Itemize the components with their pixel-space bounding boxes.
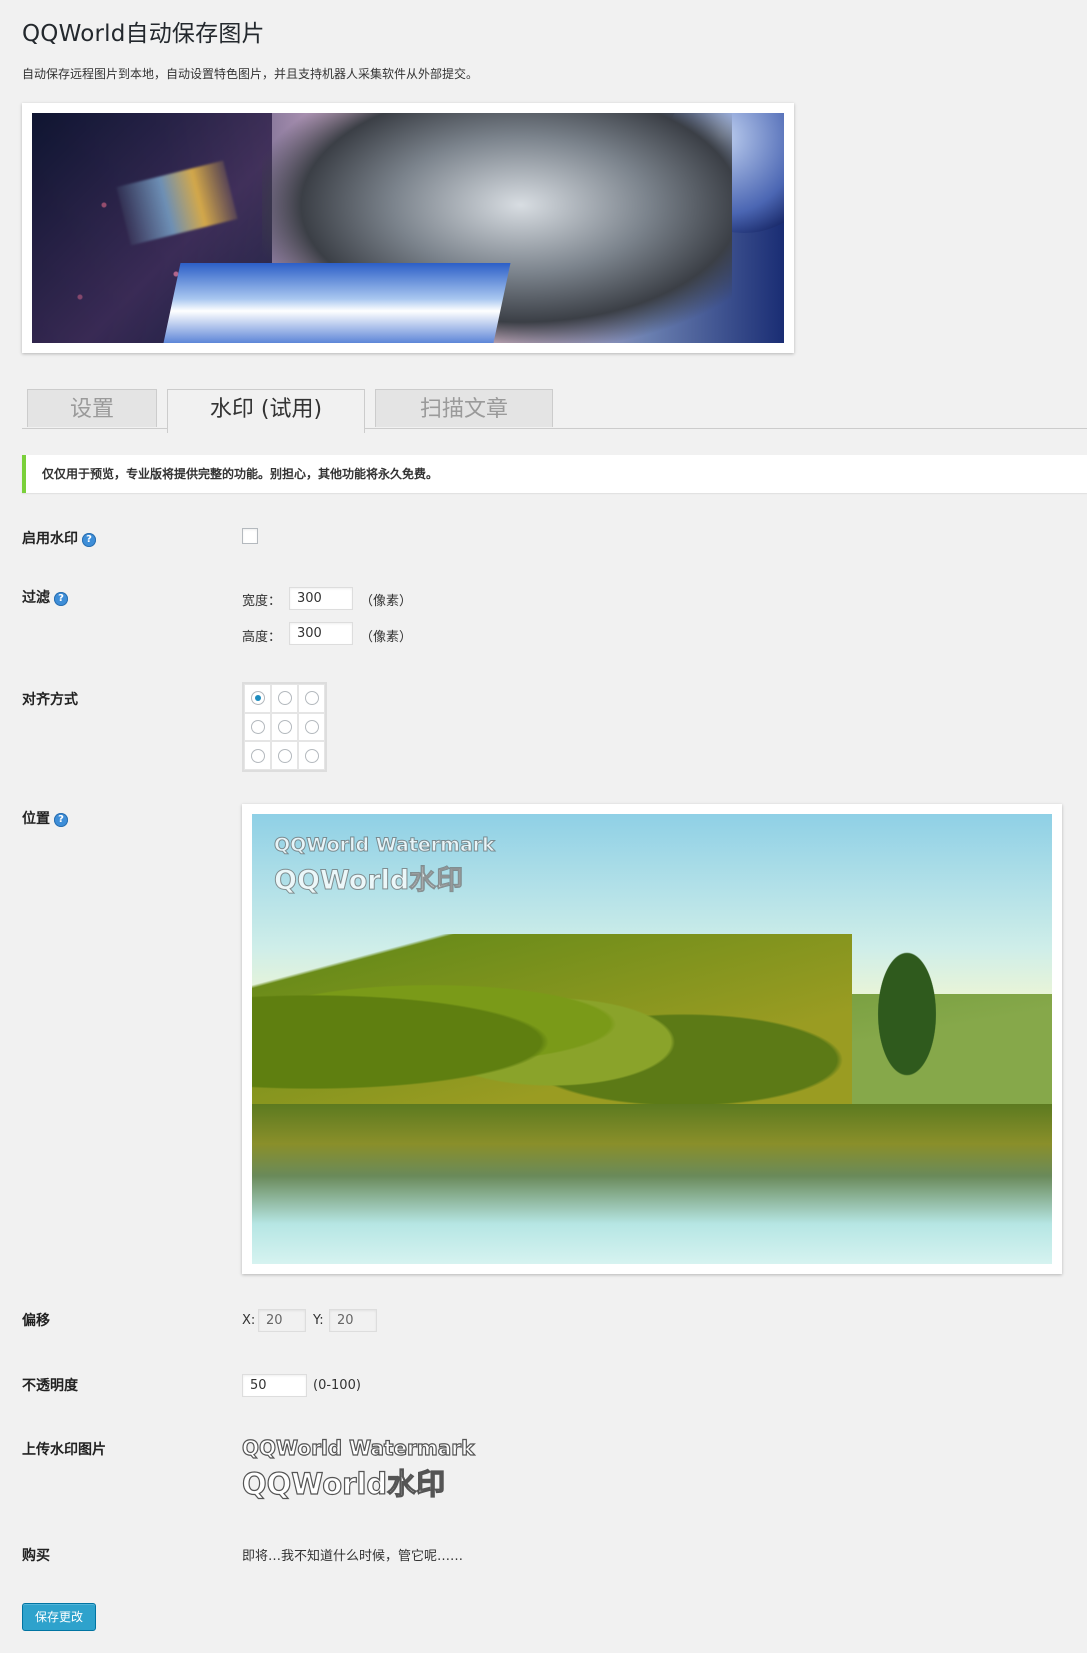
opacity-input[interactable] bbox=[242, 1374, 307, 1397]
width-input[interactable] bbox=[289, 587, 353, 610]
enable-watermark-checkbox[interactable] bbox=[242, 528, 258, 544]
offset-x-label: X: bbox=[242, 1313, 256, 1328]
page-description: 自动保存远程图片到本地，自动设置特色图片，并且支持机器人采集软件从外部提交。 bbox=[22, 67, 479, 81]
offset-y-input[interactable] bbox=[329, 1309, 377, 1332]
page-title: QQWorld自动保存图片 bbox=[22, 21, 265, 47]
align-bottom-left-radio[interactable] bbox=[250, 748, 265, 763]
width-unit: （像素） bbox=[360, 594, 413, 609]
align-top-right-radio[interactable] bbox=[304, 691, 319, 706]
position-label: 位置? bbox=[22, 808, 68, 828]
tab-settings[interactable]: 设置 bbox=[27, 389, 157, 427]
buy-text: 即将…我不知道什么时候，管它呢…… bbox=[242, 1549, 464, 1564]
enable-watermark-label-text: 启用水印 bbox=[22, 531, 78, 547]
offset-x-input[interactable] bbox=[258, 1309, 306, 1332]
upload-watermark-preview-line2[interactable]: QQWorld水印 bbox=[241, 1461, 445, 1503]
offset-label: 偏移 bbox=[22, 1313, 50, 1329]
help-icon[interactable]: ? bbox=[82, 533, 96, 547]
align-bottom-center-radio[interactable] bbox=[277, 748, 292, 763]
watermark-text-line1[interactable]: QQWorld Watermark bbox=[274, 834, 496, 857]
landscape-image: QQWorld Watermark QQWorld水印 bbox=[252, 814, 1052, 1264]
preview-notice: 仅仅用于预览，专业版将提供完整的功能。别担心，其他功能将永久免费。 bbox=[22, 455, 1087, 493]
save-changes-button[interactable]: 保存更改 bbox=[22, 1603, 96, 1631]
height-input[interactable] bbox=[289, 622, 353, 645]
align-bottom-right-radio[interactable] bbox=[304, 748, 319, 763]
filter-label: 过滤? bbox=[22, 587, 68, 607]
offset-y-label: Y: bbox=[313, 1313, 324, 1328]
width-label: 宽度： bbox=[242, 594, 282, 609]
height-unit: （像素） bbox=[360, 630, 413, 645]
align-middle-center-radio[interactable] bbox=[277, 719, 292, 734]
filter-label-text: 过滤 bbox=[22, 590, 50, 606]
help-icon[interactable]: ? bbox=[54, 592, 68, 606]
align-top-left-radio[interactable] bbox=[250, 691, 265, 706]
opacity-label: 不透明度 bbox=[22, 1378, 78, 1394]
alignment-label: 对齐方式 bbox=[22, 692, 78, 708]
alignment-grid bbox=[242, 682, 327, 772]
enable-watermark-label: 启用水印? bbox=[22, 528, 96, 548]
height-label: 高度： bbox=[242, 630, 282, 645]
align-middle-left-radio[interactable] bbox=[250, 719, 265, 734]
upload-watermark-label: 上传水印图片 bbox=[22, 1442, 106, 1458]
help-icon[interactable]: ? bbox=[54, 813, 68, 827]
align-middle-right-radio[interactable] bbox=[304, 719, 319, 734]
opacity-range: (0-100) bbox=[313, 1378, 361, 1393]
upload-watermark-preview-line1[interactable]: QQWorld Watermark bbox=[241, 1435, 475, 1460]
tab-scan-posts[interactable]: 扫描文章 bbox=[375, 389, 553, 427]
plugin-banner bbox=[22, 103, 794, 353]
align-top-center-radio[interactable] bbox=[277, 691, 292, 706]
position-preview[interactable]: QQWorld Watermark QQWorld水印 bbox=[242, 804, 1062, 1274]
position-label-text: 位置 bbox=[22, 811, 50, 827]
buy-label: 购买 bbox=[22, 1548, 50, 1564]
tab-watermark[interactable]: 水印 (试用) bbox=[167, 389, 365, 433]
watermark-text-line2[interactable]: QQWorld水印 bbox=[273, 858, 463, 897]
banner-image bbox=[32, 113, 784, 343]
